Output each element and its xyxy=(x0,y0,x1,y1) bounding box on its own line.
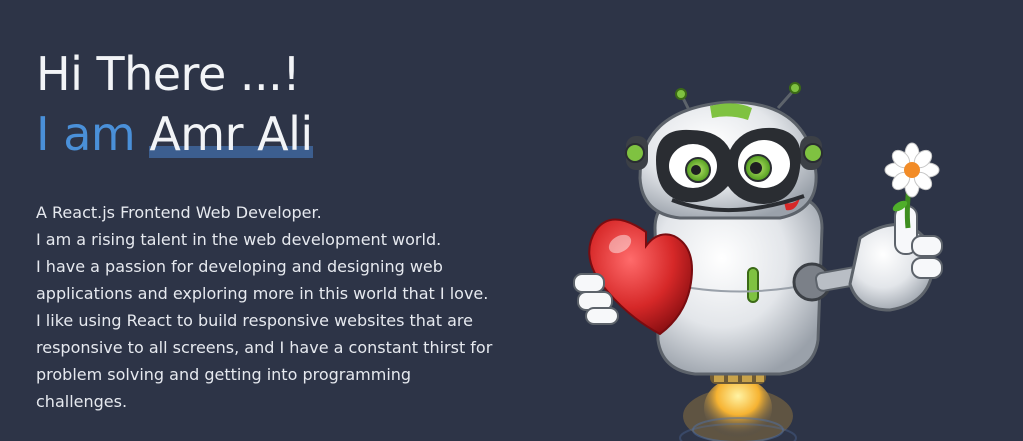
description-line: challenges. xyxy=(36,392,128,411)
hero-section: Hi There ...! I am Amr Ali A React.js Fr… xyxy=(0,0,1023,441)
intro-prefix: I am xyxy=(36,107,136,161)
robot-head xyxy=(625,82,823,220)
description-line: responsive to all screens, and I have a … xyxy=(36,338,493,357)
description-line: applications and exploring more in this … xyxy=(36,284,489,303)
intro-line: I am Amr Ali xyxy=(36,104,313,164)
developer-name: Amr Ali xyxy=(149,104,313,164)
description-line: I am a rising talent in the web developm… xyxy=(36,230,442,249)
robot-arm-left xyxy=(573,218,693,336)
robot-with-heart-and-flower-icon xyxy=(573,82,943,441)
description-line: I have a passion for developing and desi… xyxy=(36,257,443,276)
description-line: I like using React to build responsive w… xyxy=(36,311,473,330)
hero-headline: Hi There ...! I am Amr Ali xyxy=(36,44,313,164)
developer-name-text: Amr Ali xyxy=(149,107,313,161)
greeting-text: Hi There ...! xyxy=(36,47,301,101)
description-line: A React.js Frontend Web Developer. xyxy=(36,203,322,222)
hero-description: A React.js Frontend Web Developer. I am … xyxy=(36,199,506,415)
description-line: problem solving and getting into program… xyxy=(36,365,412,384)
